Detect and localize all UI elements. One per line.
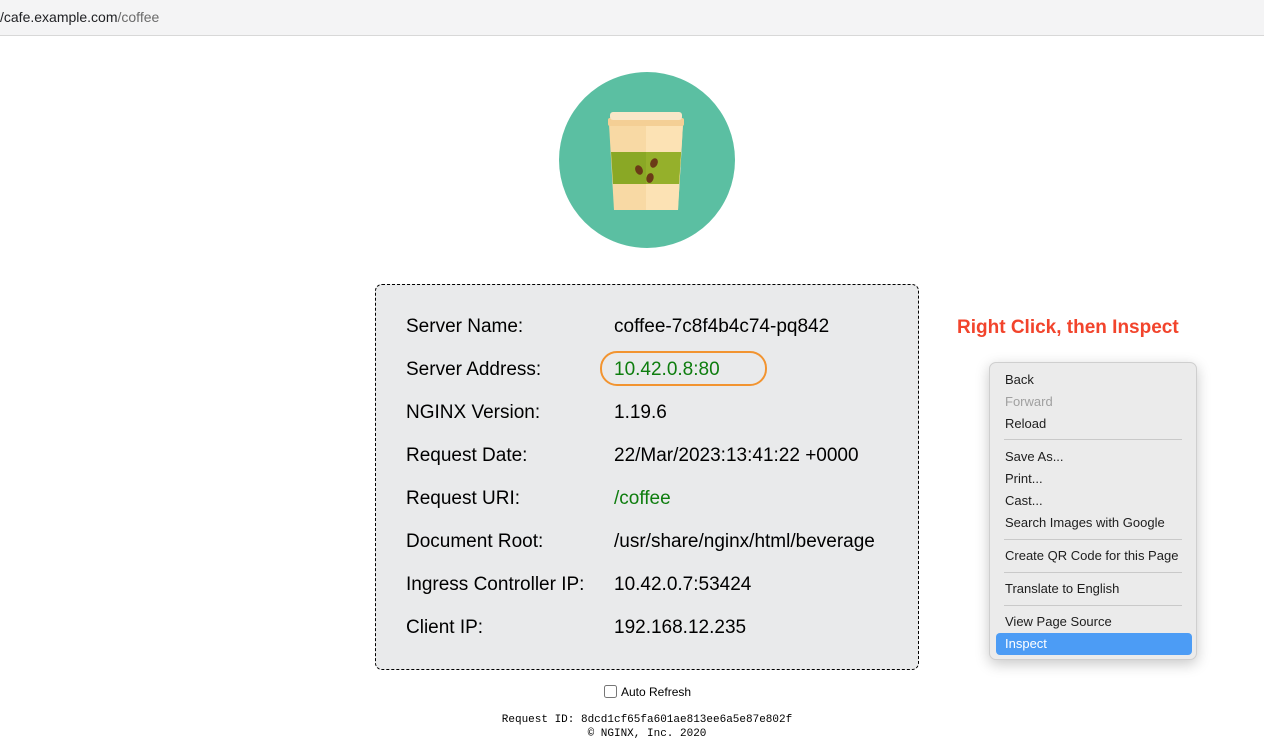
url-host: /cafe.example.com [0,9,118,25]
auto-refresh-control[interactable]: Auto Refresh [604,684,691,700]
server-name-label: Server Name: [406,316,524,337]
menu-separator [1004,439,1182,440]
server-name-value: coffee-7c8f4b4c74-pq842 [614,316,830,337]
client-ip-value: 192.168.12.235 [614,617,747,638]
auto-refresh-label: Auto Refresh [621,685,692,699]
ingress-controller-ip-label: Ingress Controller IP: [406,574,585,595]
menu-item-cast[interactable]: Cast... [996,490,1192,512]
coffee-logo [559,72,735,248]
menu-item-inspect[interactable]: Inspect [996,633,1192,655]
context-menu: Back Forward Reload Save As... Print... … [989,362,1197,660]
request-id: Request ID: 8dcd1cf65fa601ae813ee6a5e87e… [501,714,793,726]
request-date-value: 22/Mar/2023:13:41:22 +0000 [614,445,859,466]
menu-item-forward: Forward [1005,394,1053,409]
auto-refresh-checkbox[interactable] [604,685,617,698]
request-uri-label: Request URI: [406,488,521,509]
menu-separator [1004,572,1182,573]
menu-item-back[interactable]: Back [996,369,1192,391]
menu-item-reload[interactable]: Reload [996,413,1192,435]
copyright: © NGINX, Inc. 2020 [587,728,707,740]
menu-separator [1004,539,1182,540]
menu-item-create-qr-code[interactable]: Create QR Code for this Page [996,545,1192,567]
menu-item-translate[interactable]: Translate to English [996,578,1192,600]
url-text[interactable]: /cafe.example.com/coffee [0,8,159,26]
client-ip-label: Client IP: [406,617,484,638]
menu-item-print[interactable]: Print... [996,468,1192,490]
nginx-version-label: NGINX Version: [406,402,541,423]
menu-item-view-page-source[interactable]: View Page Source [996,611,1192,633]
document-root-label: Document Root: [406,531,544,552]
menu-item-search-images[interactable]: Search Images with Google [996,512,1192,534]
request-uri-value: /coffee [614,488,671,509]
url-path: /coffee [117,9,160,25]
document-root-value: /usr/share/nginx/html/beverage [614,531,875,552]
instruction-annotation: Right Click, then Inspect [957,317,1179,338]
menu-separator [1004,605,1182,606]
ingress-controller-ip-value: 10.42.0.7:53424 [614,574,752,595]
request-date-label: Request Date: [406,445,528,466]
address-bar[interactable]: /cafe.example.com/coffee [0,0,1264,36]
menu-item-save-as[interactable]: Save As... [996,446,1192,468]
nginx-version-value: 1.19.6 [614,402,667,423]
coffee-cup-icon [608,112,684,210]
server-address-highlight [600,351,767,386]
server-address-label: Server Address: [406,359,542,380]
server-info-panel: Server Name: coffee-7c8f4b4c74-pq842 Ser… [375,284,919,670]
